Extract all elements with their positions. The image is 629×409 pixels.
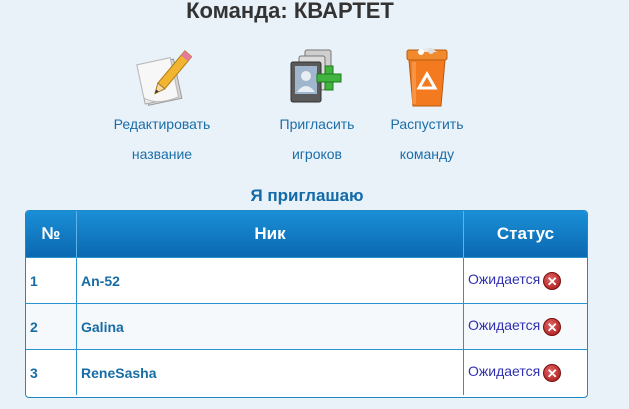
recycle-bin-icon xyxy=(406,48,448,107)
status-cell: Ожидается ✕ xyxy=(463,257,587,304)
status-cell: Ожидается ✕ xyxy=(463,303,587,350)
player-nick[interactable]: Galina xyxy=(76,303,464,350)
row-number: 3 xyxy=(26,349,77,395)
invites-section-title: Я приглашаю xyxy=(250,186,364,205)
status-text: Ожидается xyxy=(468,317,541,334)
disband-team-button[interactable]: Распустить команду xyxy=(380,46,474,162)
player-nick[interactable]: An-52 xyxy=(76,257,464,304)
column-header-nick: Ник xyxy=(76,211,464,258)
rename-team-button[interactable]: Редактировать название xyxy=(100,46,224,162)
cancel-invite-icon[interactable]: ✕ xyxy=(543,363,562,382)
page-title: Команда: КВАРТЕТ xyxy=(186,0,394,23)
rename-team-label-line1: Редактировать xyxy=(113,116,211,132)
row-number: 2 xyxy=(26,303,77,350)
invite-players-label-line1: Пригласить xyxy=(279,116,355,132)
column-header-num: № xyxy=(26,211,77,258)
add-player-icon xyxy=(290,49,342,103)
cancel-invite-icon[interactable]: ✕ xyxy=(543,271,562,290)
table-row: 3 ReneSasha Ожидается ✕ xyxy=(26,349,587,395)
disband-team-label-line1: Распустить xyxy=(390,116,464,132)
table-row: 2 Galina Ожидается ✕ xyxy=(26,303,587,350)
table-header-row: № Ник Статус xyxy=(26,211,587,258)
disband-team-label-line2: команду xyxy=(399,146,455,162)
status-cell: Ожидается ✕ xyxy=(463,349,587,395)
status-text: Ожидается xyxy=(468,271,541,288)
invite-players-label-line2: игроков xyxy=(291,146,342,162)
column-header-status: Статус xyxy=(463,211,587,258)
table-row: 1 An-52 Ожидается ✕ xyxy=(26,257,587,304)
rename-team-label-line2: название xyxy=(131,146,193,162)
player-nick[interactable]: ReneSasha xyxy=(76,349,464,395)
invites-table: № Ник Статус 1 An-52 Ожидается ✕ 2 Galina… xyxy=(25,210,588,398)
row-number: 1 xyxy=(26,257,77,304)
cancel-invite-icon[interactable]: ✕ xyxy=(543,317,562,336)
status-text: Ожидается xyxy=(468,363,541,380)
edit-note-icon xyxy=(136,50,192,106)
invite-players-button[interactable]: Пригласить игроков xyxy=(272,46,362,162)
